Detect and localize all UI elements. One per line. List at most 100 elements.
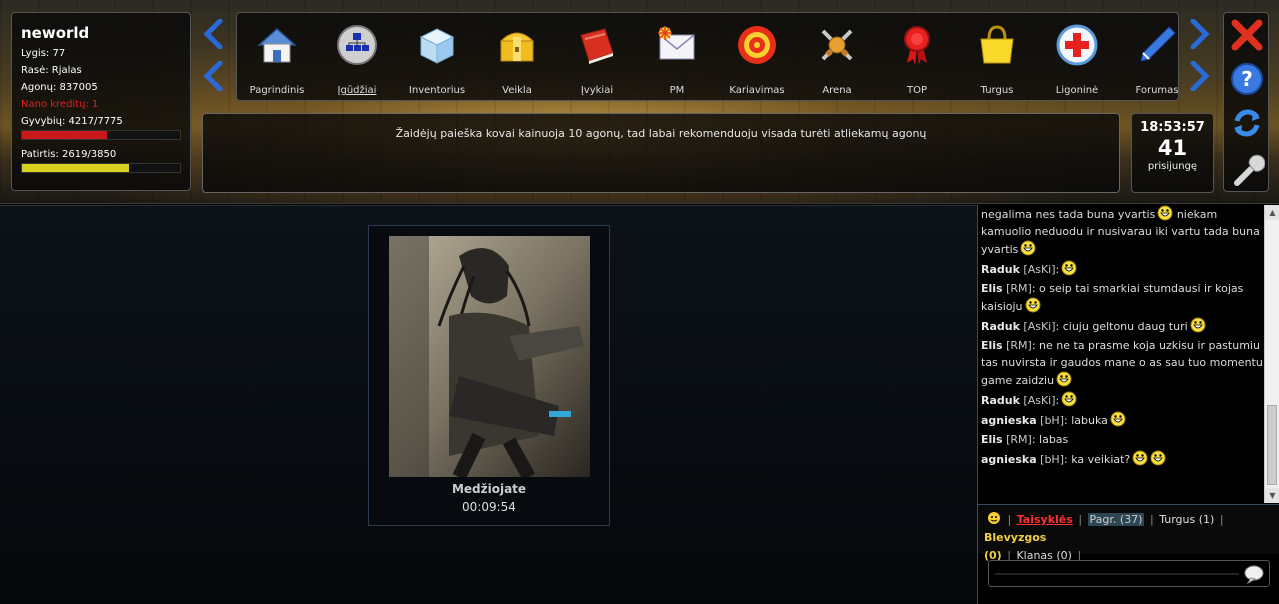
chat-nick[interactable]: Elis <box>981 339 1003 352</box>
chat-rules-link[interactable]: Taisyklės <box>1017 513 1073 526</box>
channel-main-tab[interactable]: Pagr. (37) <box>1087 513 1145 526</box>
nav-kariavimas[interactable]: Kariavimas <box>717 13 797 102</box>
nav-left-arrow-icon[interactable] <box>202 18 224 50</box>
nav-left-arrow-2-icon[interactable] <box>202 60 224 92</box>
chat-text: : labuka <box>1064 414 1108 427</box>
main-nav: Pagrindinis Įgūdžiai Inventorius Veikla … <box>236 12 1179 101</box>
nav-ivykiai[interactable]: Įvykiai <box>557 13 637 102</box>
chat-text: : ka veikiat? <box>1064 453 1131 466</box>
chat-log: negalima nes tada buna yvartis niekam ka… <box>980 205 1263 503</box>
nav-top[interactable]: TOP <box>877 13 957 102</box>
chat-text: : labas <box>1031 433 1069 446</box>
pen-icon <box>1140 26 1176 62</box>
player-panel: neworld Lygis: 77 Rasė: Rjalas Agonų: 83… <box>11 12 191 191</box>
treasure-chest-icon <box>499 32 535 62</box>
nav-forumas[interactable]: Forumas <box>1117 13 1197 102</box>
player-level: Lygis: 77 <box>21 48 66 59</box>
grin-emoticon-icon <box>1132 450 1148 466</box>
mail-icon <box>658 26 695 60</box>
chat-clan: [RM] <box>1006 339 1032 352</box>
chat-nick[interactable]: Elis <box>981 282 1003 295</box>
help-icon[interactable]: ? <box>1229 61 1265 97</box>
chat-clan: [AsKi] <box>1023 394 1056 407</box>
header: neworld Lygis: 77 Rasė: Rjalas Agonų: 83… <box>0 0 1279 204</box>
grin-emoticon-icon <box>1061 260 1077 276</box>
chat-nick[interactable]: agnieska <box>981 414 1037 427</box>
player-agonai: Agonų: 837005 <box>21 82 98 93</box>
main-content: Medžiojate 00:09:54 <box>0 205 977 604</box>
chat-message: Raduk [AsKi]: <box>981 391 1263 409</box>
chat-message: Elis [RM]: labas <box>981 431 1263 448</box>
chat-nick[interactable]: Raduk <box>981 263 1020 276</box>
hunt-title: Medžiojate <box>451 482 527 496</box>
chat-text: : <box>1055 263 1060 276</box>
chat-clan: [RM] <box>1006 282 1032 295</box>
chat-message: agnieska [bH]: labuka <box>981 411 1263 429</box>
chat-message: Raduk [AsKi]: ciuju geltonu daug turi <box>981 317 1263 335</box>
player-xp-label: Patirtis: 2619/3850 <box>21 149 117 160</box>
chat-message: Raduk [AsKi]: <box>981 260 1263 278</box>
player-name[interactable]: neworld <box>21 23 181 43</box>
chat-message: negalima nes tada buna yvartis niekam ka… <box>981 205 1263 258</box>
wrench-icon[interactable] <box>1229 151 1265 187</box>
nav-arena[interactable]: Arena <box>797 13 877 102</box>
chat-clan: [AsKi] <box>1023 320 1056 333</box>
hp-bar <box>21 130 181 140</box>
grin-emoticon-icon <box>1020 240 1036 256</box>
grin-emoticon-icon <box>1110 411 1126 427</box>
target-icon <box>738 26 776 64</box>
nav-ligonine[interactable]: Ligoninė <box>1037 13 1117 102</box>
player-race: Rasė: Rjalas <box>21 65 82 76</box>
player-nano-credits[interactable]: Nano kreditų: 1 <box>21 96 181 113</box>
chat-panel: negalima nes tada buna yvartis niekam ka… <box>977 205 1279 604</box>
home-icon <box>257 27 297 63</box>
chat-message: Elis [RM]: o seip tai smarkiai stumdausi… <box>981 280 1263 315</box>
chat-clan: [RM] <box>1006 433 1032 446</box>
shopping-bag-icon <box>980 25 1014 64</box>
nav-igudziai[interactable]: Įgūdžiai <box>317 13 397 102</box>
side-buttons: ? <box>1223 12 1269 192</box>
nav-inventorius[interactable]: Inventorius <box>397 13 477 102</box>
chat-message: agnieska [bH]: ka veikiat? <box>981 450 1263 468</box>
skills-icon <box>337 25 377 65</box>
chat-clan: [bH] <box>1040 453 1064 466</box>
hunter-portrait-image <box>389 236 590 477</box>
hunt-timer: 00:09:54 <box>462 500 516 514</box>
close-icon[interactable] <box>1229 17 1265 53</box>
channel-market-tab[interactable]: Turgus (1) <box>1159 513 1214 526</box>
nav-pm[interactable]: PM <box>637 13 717 102</box>
chat-text: : ciuju geltonu daug turi <box>1055 320 1188 333</box>
emoticon-picker-icon[interactable] <box>986 510 1002 526</box>
nav-turgus[interactable]: Turgus <box>957 13 1037 102</box>
grin-emoticon-icon <box>1025 297 1041 313</box>
player-hp-label: Gyvybių: 4217/7775 <box>21 116 123 127</box>
chat-scrollbar[interactable]: ▲ ▼ <box>1264 205 1279 503</box>
nav-pagrindinis[interactable]: Pagrindinis <box>237 13 317 102</box>
server-time: 18:53:57 <box>1140 120 1205 135</box>
inventory-box-icon <box>419 28 455 64</box>
channel-spam-tab[interactable]: Blevyzgos <box>984 531 1046 544</box>
grin-emoticon-icon <box>1061 391 1077 407</box>
hunt-panel: Medžiojate 00:09:54 <box>368 225 610 526</box>
svg-text:?: ? <box>1241 67 1253 91</box>
book-icon <box>580 28 614 64</box>
crossed-swords-icon <box>821 29 853 61</box>
chat-input-box <box>988 560 1270 587</box>
chat-clan: [AsKi] <box>1023 263 1056 276</box>
scroll-thumb[interactable] <box>1267 405 1277 485</box>
chat-nick[interactable]: agnieska <box>981 453 1037 466</box>
chat-message: Elis [RM]: ne ne ta prasme koja uzkisu i… <box>981 337 1263 389</box>
send-speech-bubble-icon[interactable] <box>1243 564 1265 584</box>
online-count[interactable]: 41 <box>1132 135 1213 161</box>
chat-nick[interactable]: Raduk <box>981 394 1020 407</box>
nav-veikla[interactable]: Veikla <box>477 13 557 102</box>
refresh-icon[interactable] <box>1229 105 1265 141</box>
grin-emoticon-icon <box>1157 205 1173 221</box>
clock-panel: 18:53:57 41 prisijungę <box>1131 113 1214 193</box>
scroll-down-icon[interactable]: ▼ <box>1265 488 1279 503</box>
chat-nick[interactable]: Raduk <box>981 320 1020 333</box>
scroll-up-icon[interactable]: ▲ <box>1265 205 1279 220</box>
grin-emoticon-icon <box>1150 450 1166 466</box>
chat-nick[interactable]: Elis <box>981 433 1003 446</box>
award-ribbon-icon <box>904 26 930 65</box>
